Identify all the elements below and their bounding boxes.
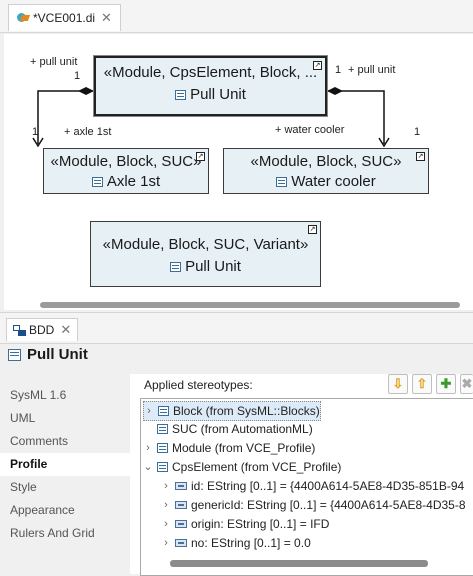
block-node-pull-unit-variant[interactable]: «Module, Block, SUC, Variant» Pull Unit … <box>90 221 321 287</box>
role-label-left: + pull unit <box>30 56 78 68</box>
sidebar-item-uml[interactable]: UML <box>0 407 130 430</box>
node-stereotypes: «Module, Block, SUC, Variant» <box>102 236 309 253</box>
properties-title-text: Pull Unit <box>27 346 88 363</box>
tree-row[interactable]: › id: EString [0..1] = {4400A614-5AE8-4D… <box>161 477 464 495</box>
papyrus-diagram-icon <box>15 12 29 24</box>
expand-icon[interactable]: › <box>161 496 171 514</box>
sidebar-item-style[interactable]: Style <box>0 476 130 499</box>
remove-stereotype-button[interactable]: ✖ <box>460 374 473 394</box>
node-stereotypes: «Module, Block, SUC» <box>250 153 402 170</box>
tree-row[interactable]: SUC (from AutomationML) <box>143 420 313 438</box>
multiplicity-left: 1 <box>74 70 81 82</box>
editor-tab[interactable]: *VCE001.di ✕ <box>8 4 121 31</box>
close-icon[interactable]: ✕ <box>60 322 71 338</box>
tree-row-label: genericId: EString [0..1] = {4400A614-5A… <box>191 498 466 512</box>
move-down-button[interactable]: ⇩ <box>388 374 408 394</box>
expand-icon[interactable]: › <box>144 402 154 420</box>
node-name: Pull Unit <box>185 258 241 275</box>
class-icon <box>170 261 182 272</box>
bdd-tab-title: BDD <box>29 323 55 337</box>
class-icon <box>175 89 187 100</box>
properties-sidebar: SysML 1.6 UML Comments Profile Style App… <box>0 374 130 574</box>
multiplicity-cooler: 1 <box>414 126 421 138</box>
expand-icon[interactable]: › <box>161 477 171 495</box>
sidebar-item-comments[interactable]: Comments <box>0 430 130 453</box>
tree-row-label: SUC (from AutomationML) <box>172 422 313 436</box>
applied-stereotypes-label: Applied stereotypes: <box>144 378 253 392</box>
stereotype-icon <box>157 443 168 453</box>
tree-row-label: Module (from VCE_Profile) <box>172 441 316 455</box>
properties-title: Pull Unit <box>8 346 88 363</box>
bdd-diagram-icon <box>13 325 26 336</box>
sidebar-item-appearance[interactable]: Appearance <box>0 499 130 522</box>
expand-icon[interactable]: › <box>161 515 171 533</box>
attribute-icon <box>175 539 187 547</box>
class-icon <box>276 176 288 187</box>
editor-tab-title: *VCE001.di <box>33 11 96 25</box>
node-stereotypes: «Module, Block, SUC» <box>50 153 202 170</box>
tree-row-label: Block (from SysML::Blocks) <box>173 404 320 418</box>
role-label-cooler: + water cooler <box>275 124 345 136</box>
node-stereotypes: «Module, CpsElement, Block, ... <box>103 64 318 81</box>
tree-row-label: origin: EString [0..1] = IFD <box>191 517 330 531</box>
class-icon <box>8 348 21 361</box>
composition-diamond-left <box>78 87 94 95</box>
tree-row-label: id: EString [0..1] = {4400A614-5AE8-4D35… <box>191 479 465 493</box>
tree-row[interactable]: › Block (from SysML::Blocks) <box>143 401 321 421</box>
shortcut-icon: ↗ <box>196 152 205 161</box>
add-stereotype-button[interactable]: ✚ <box>436 374 456 394</box>
diagram-canvas[interactable]: «Module, CpsElement, Block, ... Pull Uni… <box>4 34 473 310</box>
attribute-icon <box>175 520 187 528</box>
tree-row[interactable]: › Module (from VCE_Profile) <box>143 439 315 457</box>
stereotypes-tree[interactable]: › Block (from SysML::Blocks) SUC (from A… <box>140 398 473 576</box>
bdd-tab[interactable]: BDD ✕ <box>6 318 79 341</box>
node-name: Water cooler <box>291 173 376 190</box>
role-label-right: + pull unit <box>348 64 396 76</box>
tree-row-label: no: EString [0..1] = 0.0 <box>191 536 311 550</box>
multiplicity-axle: 1 <box>32 126 39 138</box>
stereotype-icon <box>157 424 168 434</box>
collapse-icon[interactable]: ⌄ <box>143 458 153 476</box>
block-node-pull-unit[interactable]: «Module, CpsElement, Block, ... Pull Uni… <box>94 56 327 116</box>
tree-row[interactable]: ⌄ CpsElement (from VCE_Profile) <box>143 458 341 476</box>
tree-row[interactable]: › origin: EString [0..1] = IFD <box>161 515 329 533</box>
tree-row[interactable]: › no: EString [0..1] = 0.0 <box>161 534 311 552</box>
shortcut-icon: ↗ <box>416 152 425 161</box>
shortcut-icon: ↗ <box>308 225 317 234</box>
tree-row-label: CpsElement (from VCE_Profile) <box>172 460 342 474</box>
node-name: Axle 1st <box>106 173 161 190</box>
sidebar-item-profile[interactable]: Profile <box>0 453 130 476</box>
multiplicity-right: 1 <box>335 64 342 76</box>
tree-horizontal-scrollbar[interactable] <box>170 560 428 567</box>
composition-diamond-right <box>327 87 343 95</box>
node-name: Pull Unit <box>190 86 246 103</box>
attribute-icon <box>175 482 187 490</box>
move-up-button[interactable]: ⇧ <box>412 374 432 394</box>
expand-icon[interactable]: › <box>161 534 171 552</box>
horizontal-scrollbar[interactable] <box>40 302 460 308</box>
stereotype-icon <box>157 462 168 472</box>
tree-row[interactable]: › genericId: EString [0..1] = {4400A614-… <box>161 496 466 514</box>
shortcut-icon: ↗ <box>313 61 322 70</box>
sidebar-item-sysml[interactable]: SysML 1.6 <box>0 384 130 407</box>
expand-icon[interactable]: › <box>143 439 153 457</box>
role-label-axle: + axle 1st <box>64 126 112 138</box>
attribute-icon <box>175 501 187 509</box>
block-node-axle-1st[interactable]: «Module, Block, SUC» Axle 1st ↗ <box>43 148 209 194</box>
sidebar-item-rulers-and-grid[interactable]: Rulers And Grid <box>0 522 130 545</box>
block-node-water-cooler[interactable]: «Module, Block, SUC» Water cooler ↗ <box>223 148 429 194</box>
class-icon <box>91 176 103 187</box>
close-icon[interactable]: ✕ <box>101 10 112 26</box>
stereotype-icon <box>158 406 169 416</box>
